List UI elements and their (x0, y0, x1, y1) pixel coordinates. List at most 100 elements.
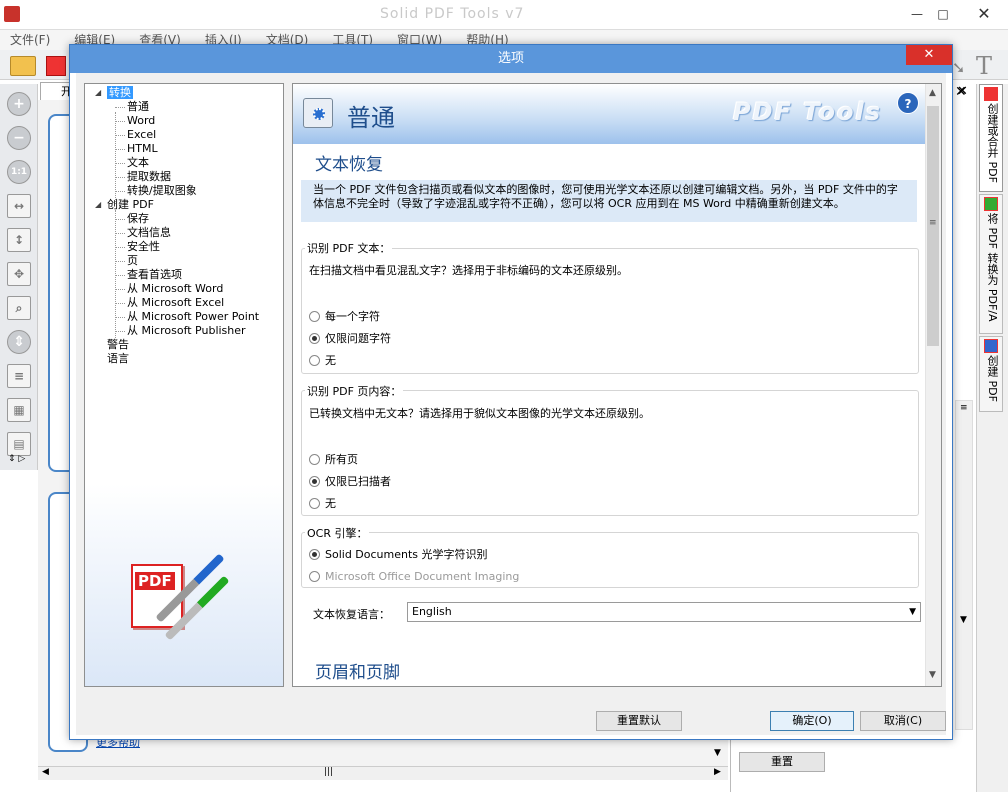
radio-none-page[interactable]: 无 (309, 497, 336, 510)
maximize-button[interactable]: □ (930, 3, 956, 25)
tree-expander-icon[interactable]: ◢ (95, 200, 101, 209)
strip-expand-icon[interactable]: ⇕ ▷ (8, 454, 25, 464)
tree-item[interactable]: 保存 (127, 212, 149, 225)
right-tab-create-pdf[interactable]: 创建 PDF (979, 336, 1003, 412)
tree-branch-line (115, 331, 125, 332)
scroll-thumb[interactable]: ||| (324, 767, 333, 777)
language-label: 文本恢复语言： (313, 608, 390, 621)
app-icon (4, 6, 20, 22)
two-page-icon[interactable]: ▦ (7, 398, 31, 422)
radio-label: Microsoft Office Document Imaging (325, 570, 520, 583)
reset-defaults-button[interactable]: 重置默认 (596, 711, 682, 731)
tree-item[interactable]: 从 Microsoft Word (127, 282, 223, 295)
continuous-icon[interactable]: ▤ (7, 432, 31, 456)
arrow-tool-icon[interactable]: ➘ (952, 58, 965, 77)
group-label: OCR 引擎： (305, 525, 370, 541)
zoom-out-icon[interactable]: − (7, 126, 31, 150)
scroll-left-arrow[interactable]: ◀ (42, 767, 49, 777)
group-label: 识别 PDF 页内容： (305, 383, 404, 399)
tree-item[interactable]: 安全性 (127, 240, 160, 253)
single-page-icon[interactable]: ≡ (7, 364, 31, 388)
marquee-zoom-icon[interactable]: ⌕ (7, 296, 31, 320)
window-close-button[interactable]: ✕ (960, 0, 1008, 30)
radio-scanned-only[interactable]: 仅限已扫描者 (309, 475, 391, 488)
dialog-body: PDF 转换 ◢ 普通 Word Excel HTML 文本 提取数据 转换/提取图象 创建 PD… (76, 73, 946, 735)
fit-width-icon[interactable]: ↔ (7, 194, 31, 218)
fit-height-icon[interactable]: ↕ (7, 228, 31, 252)
right-tab-strip: 创建或合并 PDF 将 PDF 转换为 PDF/A 创建 PDF (976, 84, 1008, 792)
menu-item[interactable]: 文件(F) (10, 30, 50, 50)
dialog-close-button[interactable]: ✕ (906, 45, 952, 65)
tree-item[interactable]: 从 Microsoft Excel (127, 296, 224, 309)
tree-branch-line (115, 135, 125, 136)
description-box: 当一个 PDF 文件包含扫描页或看似文本的图像时，您可使用光学文本还原以创建可编… (301, 180, 917, 222)
scroll-down-arrow[interactable]: ▼ (929, 670, 936, 680)
fit-page-icon[interactable]: ✥ (7, 262, 31, 286)
text-tool-icon[interactable]: T (976, 52, 992, 80)
ok-button[interactable]: 确定(O) (770, 711, 854, 731)
radio-dot (309, 571, 320, 582)
right-tab-label: 创建 PDF (986, 355, 999, 402)
right-tab-pdfa[interactable]: 将 PDF 转换为 PDF/A (979, 194, 1003, 334)
tree-item[interactable]: 转换 (107, 86, 133, 99)
side-scroll-up[interactable]: ≡ (960, 403, 968, 413)
zoom-in-icon[interactable]: + (7, 92, 31, 116)
radio-label: Solid Documents 光学字符识别 (325, 548, 488, 561)
tree-branch-line (115, 261, 125, 262)
scroll-right-arrow[interactable]: ▶ (714, 767, 721, 777)
section-title-header-footer: 页眉和页脚 (315, 663, 400, 683)
side-scrollbar[interactable]: ≡ ▼ (955, 400, 973, 730)
radio-label: 仅限已扫描者 (325, 475, 391, 488)
tree-item[interactable]: 普通 (127, 100, 149, 113)
tree-item[interactable]: Excel (127, 128, 156, 141)
tree-item[interactable]: 从 Microsoft Power Point (127, 310, 259, 323)
tree-item[interactable]: HTML (127, 142, 158, 155)
radio-all-pages[interactable]: 所有页 (309, 453, 358, 466)
tree-branch-line (115, 317, 125, 318)
tree-item[interactable]: 文档信息 (127, 226, 171, 239)
tree-item[interactable]: 页 (127, 254, 138, 267)
tree-item[interactable]: 警告 (107, 338, 129, 351)
actual-size-icon[interactable]: 1:1 (7, 160, 31, 184)
tree-item[interactable]: 文本 (127, 156, 149, 169)
tree-branch-line (115, 303, 125, 304)
tree-item[interactable]: 转换/提取图象 (127, 184, 197, 197)
radio-none-text[interactable]: 无 (309, 354, 336, 367)
tree-branch-line (115, 289, 125, 290)
radio-label: 无 (325, 497, 336, 510)
open-folder-icon[interactable] (10, 56, 36, 76)
language-select[interactable]: English ▼ (407, 602, 921, 622)
right-tab-label: 将 PDF 转换为 PDF/A (986, 213, 999, 322)
radio-label: 每一个字符 (325, 310, 380, 323)
options-content: 普通 PDF Tools ? 文本恢复 当一个 PDF 文件包含扫描页或看似文本… (292, 83, 942, 687)
chevron-down-icon: ▼ (909, 607, 916, 617)
help-icon[interactable]: ? (897, 92, 919, 114)
logo-text: PDF (135, 572, 175, 590)
minimize-button[interactable]: — (904, 3, 930, 25)
general-settings-icon (303, 98, 333, 128)
radio-modi-ocr[interactable]: Microsoft Office Document Imaging (309, 570, 519, 583)
doc-scroll-down-arrow[interactable]: ▼ (714, 748, 721, 758)
side-reset-button[interactable]: 重置 (739, 752, 825, 772)
horizontal-scrollbar[interactable]: ◀ ||| ▶ (38, 766, 728, 780)
tree-item[interactable]: Word (127, 114, 155, 127)
radio-problem-characters[interactable]: 仅限问题字符 (309, 332, 391, 345)
tree-item[interactable]: 提取数据 (127, 170, 171, 183)
side-scroll-down[interactable]: ▼ (960, 615, 967, 625)
radio-solid-ocr[interactable]: Solid Documents 光学字符识别 (309, 548, 488, 561)
cancel-button[interactable]: 取消(C) (860, 711, 946, 731)
tree-item[interactable]: 语言 (107, 352, 129, 365)
side-panel-close-button[interactable]: ✕ (955, 84, 967, 100)
convert-icon[interactable] (46, 56, 66, 76)
tree-item[interactable]: 从 Microsoft Publisher (127, 324, 246, 337)
scroll-icon[interactable]: ⇕ (7, 330, 31, 354)
tree-item[interactable]: 查看首选项 (127, 268, 182, 281)
logo-area: PDF (85, 484, 283, 686)
options-tree: PDF 转换 ◢ 普通 Word Excel HTML 文本 提取数据 转换/提取图象 创建 PD… (84, 83, 284, 687)
group-label: 识别 PDF 文本： (305, 240, 393, 256)
tree-expander-icon[interactable]: ◢ (95, 88, 101, 97)
radio-every-character[interactable]: 每一个字符 (309, 310, 380, 323)
tree-branch-line (115, 233, 125, 234)
scroll-up-arrow[interactable]: ▲ (929, 88, 936, 98)
right-tab-create-merge[interactable]: 创建或合并 PDF (979, 84, 1003, 192)
